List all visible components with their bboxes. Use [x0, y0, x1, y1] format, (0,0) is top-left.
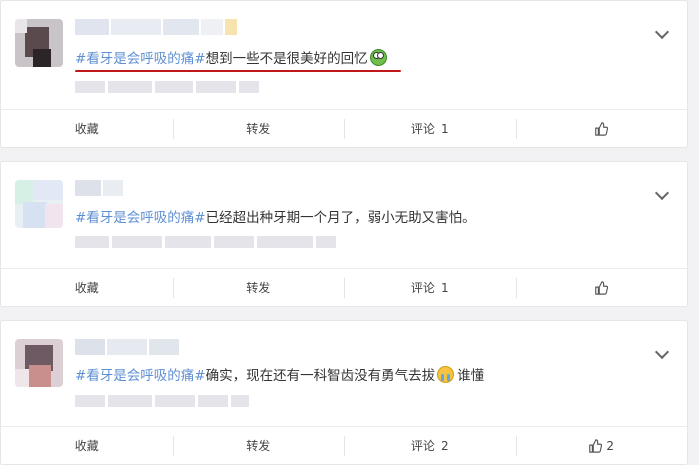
topic-link[interactable]: #看牙是会呼吸的痛#	[75, 368, 206, 384]
crying-emoji-icon	[437, 366, 455, 383]
username-blurred[interactable]	[75, 180, 123, 196]
post-meta-blurred	[75, 395, 249, 407]
post-card: #看牙是会呼吸的痛#想到一些不是很美好的回忆 收藏 转发 评论 1	[0, 0, 688, 148]
comment-count: 1	[440, 280, 449, 295]
collect-button[interactable]: 收藏	[1, 427, 173, 464]
comment-button[interactable]: 评论 2	[344, 427, 516, 464]
post-text: #看牙是会呼吸的痛#已经超出种牙期一个月了，弱小无助又害怕。	[75, 209, 476, 227]
action-bar: 收藏 转发 评论 1	[1, 268, 687, 306]
post-card: #看牙是会呼吸的痛#确实，现在还有一科智齿没有勇气去拔 谁懂 收藏 转发 评论 2 …	[0, 320, 688, 465]
like-button[interactable]: 2	[515, 427, 688, 464]
post-card: #看牙是会呼吸的痛#已经超出种牙期一个月了，弱小无助又害怕。 收藏 转发 评论 1	[0, 161, 688, 307]
repost-button[interactable]: 转发	[172, 110, 345, 147]
comment-count: 1	[440, 121, 449, 136]
repost-button[interactable]: 转发	[172, 427, 345, 464]
chevron-down-icon[interactable]	[654, 185, 670, 201]
post-meta-blurred	[75, 81, 259, 93]
collect-button[interactable]: 收藏	[1, 269, 173, 306]
avatar[interactable]	[15, 339, 63, 387]
comment-button[interactable]: 评论 1	[344, 269, 516, 306]
action-bar: 收藏 转发 评论 2 2	[1, 426, 687, 464]
frog-emoji-icon	[369, 49, 387, 66]
post-text: #看牙是会呼吸的痛#确实，现在还有一科智齿没有勇气去拔 谁懂	[75, 366, 484, 385]
thumbs-up-icon	[589, 438, 603, 453]
avatar[interactable]	[15, 180, 63, 228]
chevron-down-icon[interactable]	[654, 24, 670, 40]
post-content: 确实，现在还有一科智齿没有勇气去拔	[205, 368, 436, 384]
chevron-down-icon[interactable]	[654, 344, 670, 360]
post-text: #看牙是会呼吸的痛#想到一些不是很美好的回忆	[75, 49, 387, 68]
post-content-tail: 谁懂	[457, 368, 485, 384]
thumbs-up-icon	[595, 121, 609, 136]
comment-button[interactable]: 评论 1	[344, 110, 516, 147]
collect-button[interactable]: 收藏	[1, 110, 173, 147]
comment-count: 2	[440, 438, 449, 453]
thumbs-up-icon	[595, 280, 609, 295]
like-count: 2	[606, 438, 615, 453]
username-blurred[interactable]	[75, 19, 237, 35]
username-blurred[interactable]	[75, 339, 179, 355]
topic-link[interactable]: #看牙是会呼吸的痛#	[75, 210, 206, 226]
red-underline-annotation	[75, 70, 401, 72]
topic-link[interactable]: #看牙是会呼吸的痛#	[75, 51, 206, 67]
action-bar: 收藏 转发 评论 1	[1, 109, 687, 147]
post-meta-blurred	[75, 236, 336, 248]
avatar[interactable]	[15, 19, 63, 67]
like-button[interactable]	[515, 269, 688, 306]
weibo-feed: #看牙是会呼吸的痛#想到一些不是很美好的回忆 收藏 转发 评论 1 #看牙是会呼…	[0, 0, 699, 465]
post-content: 想到一些不是很美好的回忆	[205, 51, 368, 67]
like-button[interactable]	[515, 110, 688, 147]
post-content: 已经超出种牙期一个月了，弱小无助又害怕。	[205, 210, 476, 226]
repost-button[interactable]: 转发	[172, 269, 345, 306]
